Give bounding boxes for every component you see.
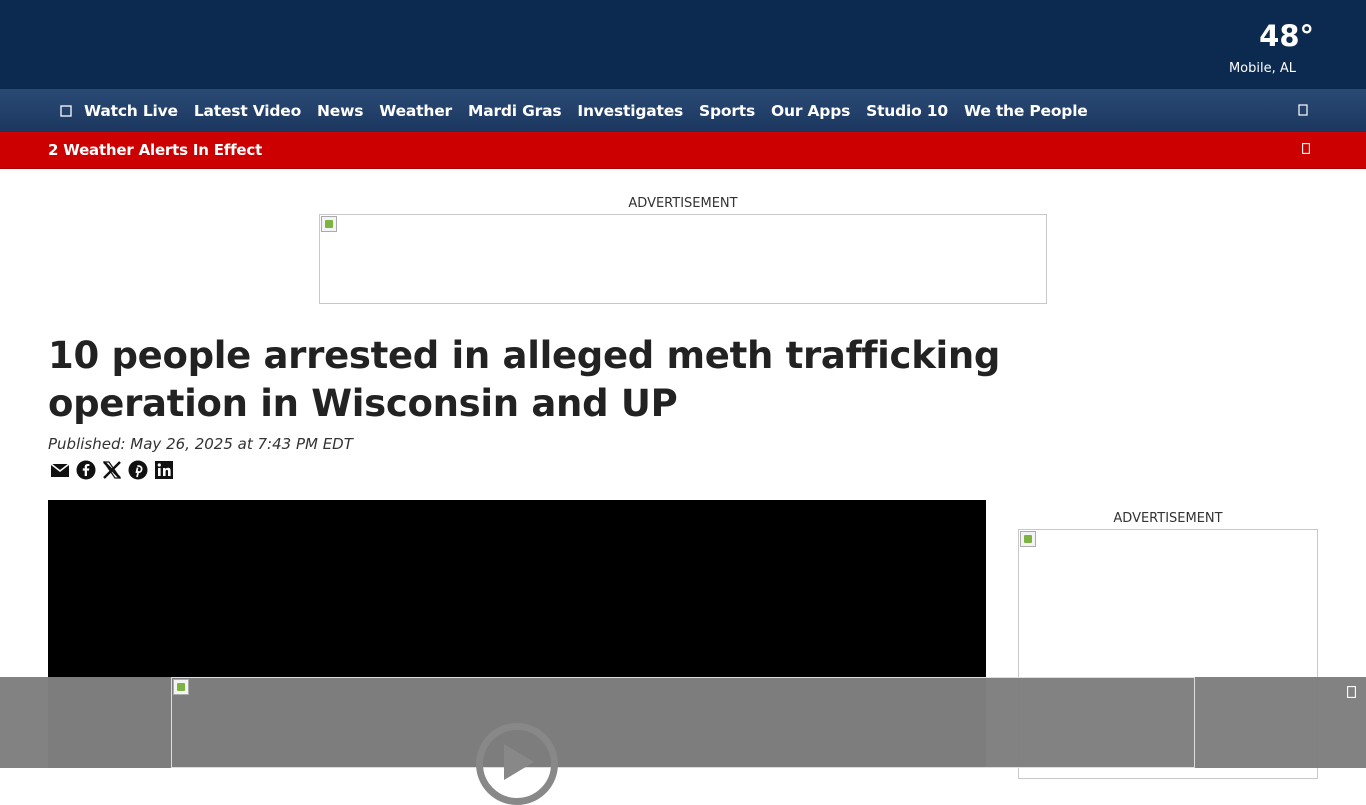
nav-item-studio-10[interactable]: Studio 10 <box>866 102 948 120</box>
published-date: Published: May 26, 2025 at 7:43 PM EDT <box>48 435 353 453</box>
search-icon[interactable] <box>1296 102 1310 118</box>
menu-icon[interactable] <box>48 89 84 132</box>
x-icon[interactable] <box>102 460 122 480</box>
main-navigation: Watch Live Latest Video News Weather Mar… <box>0 89 1366 132</box>
nav-item-news[interactable]: News <box>317 102 363 120</box>
weather-alert-bar[interactable]: 2 Weather Alerts In Effect <box>0 132 1366 169</box>
weather-temperature[interactable]: 48° <box>1259 19 1314 53</box>
nav-item-investigates[interactable]: Investigates <box>577 102 683 120</box>
nav-item-weather[interactable]: Weather <box>379 102 452 120</box>
share-bar <box>50 460 174 480</box>
play-icon[interactable] <box>504 744 534 780</box>
nav-item-sports[interactable]: Sports <box>699 102 755 120</box>
linkedin-icon[interactable] <box>154 460 174 480</box>
nav-item-mardi-gras[interactable]: Mardi Gras <box>468 102 562 120</box>
article-headline: 10 people arrested in alleged meth traff… <box>48 334 1001 425</box>
chevron-down-icon[interactable] <box>1302 143 1310 157</box>
sticky-ad-slot[interactable] <box>171 677 1195 768</box>
broken-image-icon <box>321 216 337 232</box>
nav-item-watch-live[interactable]: Watch Live <box>84 102 178 120</box>
top-ad-slot[interactable] <box>319 214 1047 304</box>
nav-item-latest-video[interactable]: Latest Video <box>194 102 301 120</box>
pinterest-icon[interactable] <box>128 460 148 480</box>
close-icon[interactable] <box>1347 686 1356 701</box>
site-header: 48° Mobile, AL <box>0 0 1366 89</box>
side-ad-label: ADVERTISEMENT <box>1113 511 1223 526</box>
nav-item-our-apps[interactable]: Our Apps <box>771 102 850 120</box>
weather-alert-text[interactable]: 2 Weather Alerts In Effect <box>48 141 262 159</box>
weather-location[interactable]: Mobile, AL <box>1229 61 1296 76</box>
broken-image-icon <box>173 679 189 695</box>
broken-image-icon <box>1020 531 1036 547</box>
email-icon[interactable] <box>50 460 70 480</box>
nav-item-we-the-people[interactable]: We the People <box>964 102 1088 120</box>
facebook-icon[interactable] <box>76 460 96 480</box>
top-ad-label: ADVERTISEMENT <box>628 196 738 211</box>
